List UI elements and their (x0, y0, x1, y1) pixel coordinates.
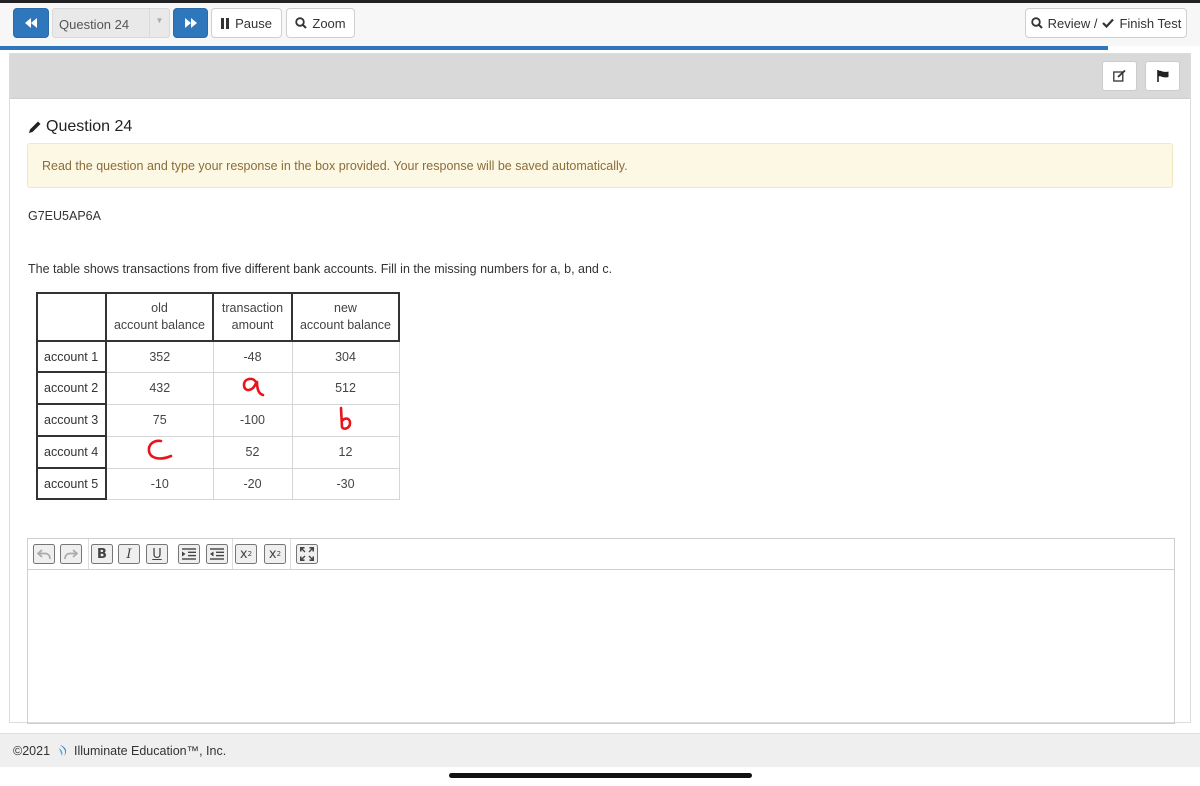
table-cell: -48 (212, 340, 293, 373)
question-panel: Question 24 Read the question and type y… (9, 53, 1191, 724)
handwritten-letter-c (147, 439, 173, 460)
fast-forward-icon (185, 18, 197, 28)
handwritten-letter-a (242, 377, 264, 396)
table-cell-handwritten (105, 435, 214, 469)
flag-icon (1156, 70, 1168, 82)
pause-icon (221, 17, 230, 29)
outdent-icon (210, 548, 224, 560)
table-cell: 75 (105, 403, 214, 437)
row-label: account 2 (36, 371, 107, 405)
table-cell: 52 (212, 435, 293, 469)
question-prompt: The table shows transactions from five d… (28, 262, 613, 276)
table-row: account 3 75 -100 (36, 403, 400, 437)
table-row: account 4 52 12 (36, 435, 400, 469)
transactions-table: old account balance transaction amount new… (36, 292, 400, 500)
check-icon (1102, 18, 1115, 28)
table-header-cell: old account balance (105, 292, 214, 342)
table-header-empty (36, 292, 107, 342)
table-cell: 512 (291, 371, 400, 405)
table-cell: 352 (105, 340, 214, 373)
search-icon (295, 17, 308, 29)
table-cell: 304 (291, 340, 400, 373)
undo-button[interactable] (33, 544, 55, 564)
previous-question-button[interactable] (13, 8, 49, 38)
question-code: G7EU5AP6A (28, 209, 101, 223)
table-row: account 5 -10 -20 -30 (36, 467, 400, 500)
footer: ©2021 Illuminate Education™, Inc. (0, 733, 1200, 767)
table-cell: 12 (291, 435, 400, 469)
table-cell: -30 (291, 467, 400, 500)
home-indicator (449, 773, 752, 778)
row-label: account 4 (36, 435, 107, 469)
table-cell-handwritten (291, 403, 400, 437)
notes-button[interactable] (1102, 61, 1137, 91)
progress-bar (0, 46, 1108, 50)
zoom-label: Zoom (312, 15, 346, 31)
expand-icon (300, 547, 314, 561)
outdent-button[interactable] (206, 544, 228, 564)
pause-button[interactable]: Pause (211, 8, 282, 38)
table-cell: -10 (105, 467, 214, 500)
question-title-text: Question 24 (46, 118, 133, 135)
rewind-icon (24, 18, 37, 28)
indent-button[interactable] (178, 544, 200, 564)
response-text-area[interactable] (28, 570, 1174, 724)
review-label: Review / (1047, 15, 1098, 31)
flag-button[interactable] (1145, 61, 1180, 91)
table-cell: 432 (105, 371, 214, 405)
next-question-button[interactable] (173, 8, 208, 38)
review-finish-button[interactable]: Review / Finish Test (1025, 8, 1187, 38)
table-row: account 1 352 -48 304 (36, 340, 400, 373)
editor-toolbar: B I U x2 x2 (28, 539, 1174, 570)
subscript-button[interactable]: x2 (235, 544, 257, 564)
table-header-cell: transaction amount (212, 292, 293, 342)
indent-icon (182, 548, 196, 560)
top-toolbar: Question 24 ▼ Pause Zoom Review / Finish… (0, 0, 1200, 50)
company-name: Illuminate Education™, Inc. (74, 744, 227, 758)
response-editor: B I U x2 x2 (27, 538, 1175, 724)
panel-header (10, 54, 1190, 99)
toolbar-divider (88, 539, 89, 569)
redo-button[interactable] (60, 544, 82, 564)
instructions-notice: Read the question and type your response… (27, 143, 1173, 188)
bold-button[interactable]: B (91, 544, 113, 564)
table-header-row: old account balance transaction amount new… (36, 292, 400, 342)
table-cell: -20 (212, 467, 293, 500)
row-label: account 5 (36, 467, 107, 500)
table-cell: -100 (212, 403, 293, 437)
edit-icon (1113, 70, 1126, 82)
question-select[interactable]: Question 24 ▼ (52, 8, 170, 38)
finish-label: Finish Test (1119, 15, 1182, 31)
underline-button[interactable]: U (146, 544, 168, 564)
toolbar-divider (232, 539, 233, 569)
handwritten-letter-b (339, 406, 351, 430)
search-icon (1030, 17, 1043, 29)
row-label: account 3 (36, 403, 107, 437)
italic-button[interactable]: I (118, 544, 140, 564)
question-select-value: Question 24 (59, 17, 130, 32)
redo-icon (64, 548, 78, 559)
pencil-icon (29, 121, 41, 133)
question-title: Question 24 (28, 118, 132, 136)
superscript-button[interactable]: x2 (264, 544, 286, 564)
caret-down-icon: ▼ (149, 9, 169, 37)
table-cell-handwritten (212, 371, 293, 405)
copyright-text: ©2021 (13, 744, 51, 758)
row-label: account 1 (36, 340, 107, 373)
undo-icon (37, 548, 51, 559)
zoom-button[interactable]: Zoom (286, 8, 355, 38)
table-row: account 2 432 512 (36, 371, 400, 405)
pause-label: Pause (235, 15, 272, 31)
table-header-cell: new account balance (291, 292, 400, 342)
illuminate-logo-icon (59, 745, 67, 756)
toolbar-divider (290, 539, 291, 569)
fullscreen-button[interactable] (296, 544, 318, 564)
